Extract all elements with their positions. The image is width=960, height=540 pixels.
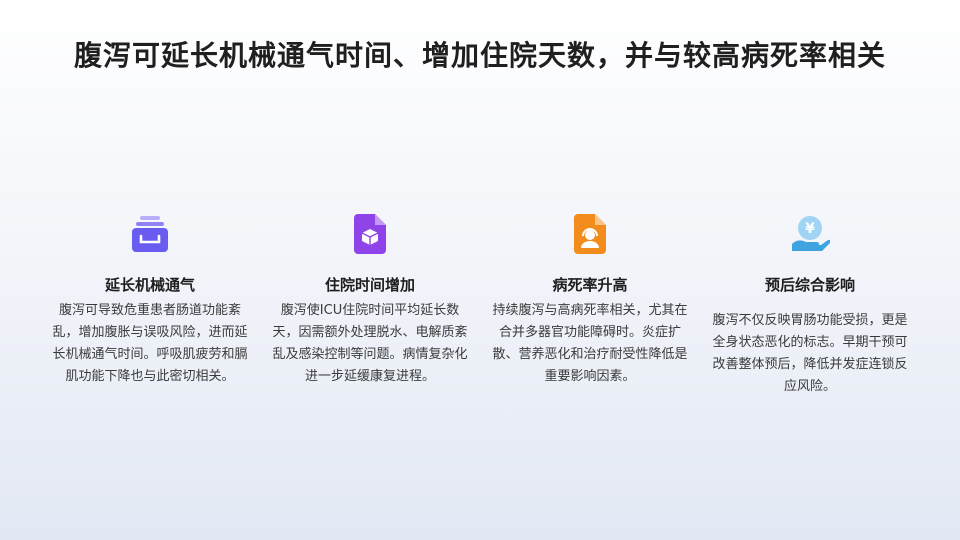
inbox-tray-icon	[132, 216, 168, 252]
card-body: 腹泻可导致危重患者肠道功能紊乱，增加腹胀与误吸风险，进而延长机械通气时间。呼吸肌…	[52, 303, 248, 384]
card-heading: 病死率升高	[552, 276, 628, 294]
svg-text:¥: ¥	[805, 221, 815, 237]
card-row: 延长机械通气 腹泻可导致危重患者肠道功能紊乱，增加腹胀与误吸风险，进而延长机械通…	[0, 210, 960, 450]
document-support-icon	[574, 214, 606, 254]
card-body: 腹泻不仅反映胃肠功能受损，更是全身状态恶化的标志。早期干预可改善整体预后，降低并…	[712, 313, 908, 394]
yen-hand-icon: ¥	[792, 216, 830, 251]
slide-title: 腹泻可延长机械通气时间、增加住院天数，并与较高病死率相关	[73, 39, 886, 72]
card-body: 持续腹泻与高病死率相关，尤其在合并多器官功能障碍时。炎症扩散、营养恶化和治疗耐受…	[492, 303, 688, 384]
card-heading: 住院时间增加	[324, 276, 415, 294]
card-body: 腹泻使ICU住院时间平均延长数天，因需额外处理脱水、电解质紊乱及感染控制等问题。…	[272, 303, 468, 384]
card-heading: 预后综合影响	[764, 276, 855, 294]
document-box-icon	[354, 214, 386, 254]
card-heading: 延长机械通气	[104, 276, 195, 294]
